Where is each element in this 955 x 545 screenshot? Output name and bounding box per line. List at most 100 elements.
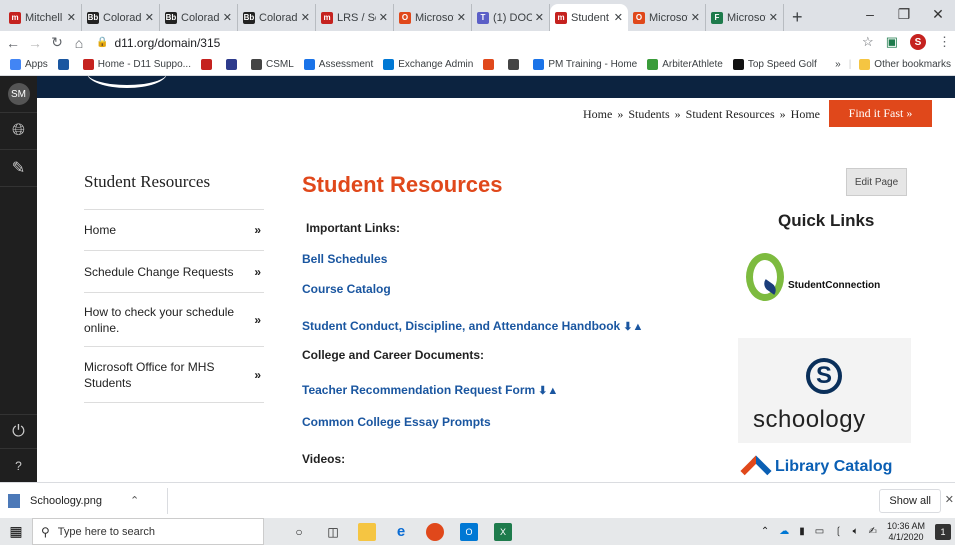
notification-icon[interactable]: 1	[935, 523, 951, 540]
bookmark-favicon	[10, 59, 21, 70]
tab-close-icon[interactable]: ✕	[691, 11, 700, 24]
left-nav-label: Microsoft Office for MHS Students	[84, 359, 215, 390]
close-window-icon[interactable]: ✕	[921, 0, 955, 28]
menu-kebab-icon[interactable]: ⋮	[938, 34, 951, 50]
breadcrumb-link[interactable]: Student Resources	[686, 107, 775, 121]
bookmark-item[interactable]: Top Speed Golf	[732, 59, 817, 70]
bookmark-item[interactable]	[226, 59, 241, 70]
bookmark-item[interactable]: Apps	[10, 59, 48, 70]
browser-tab[interactable]: O Microsoft✕	[628, 4, 706, 31]
breadcrumb-link[interactable]: Home	[583, 107, 612, 121]
tab-title: (1) DOCK	[493, 11, 532, 24]
bookmark-item[interactable]: Home - D11 Suppo...	[82, 59, 191, 70]
power-icon[interactable]: ⏻︎	[0, 414, 37, 448]
windows-start-icon[interactable]: ▦	[0, 518, 32, 545]
download-bar: Schoology.png ⌃ Show all ✕	[0, 482, 955, 518]
globe-icon[interactable]: 🌐︎	[0, 113, 37, 150]
edge-icon[interactable]: e	[392, 523, 410, 541]
home-icon[interactable]: ⌂	[70, 35, 88, 51]
address-bar[interactable]: 🔒 d11.org/domain/315	[96, 36, 220, 50]
sidebar-user[interactable]: SM	[0, 76, 37, 113]
left-nav-item[interactable]: Microsoft Office for MHS Students »	[84, 346, 264, 402]
tab-close-icon[interactable]: ✕	[457, 11, 466, 24]
taskbar-search[interactable]: ⚲ Type here to search	[32, 518, 264, 545]
chevron-right-icon[interactable]: »	[835, 59, 841, 70]
help-icon[interactable]: ?	[0, 448, 37, 482]
browser-tab[interactable]: m Mitchell ✕	[4, 4, 82, 31]
bookmark-item[interactable]	[201, 59, 216, 70]
restore-icon[interactable]: ❐	[887, 0, 921, 28]
bookmark-item[interactable]: ArbiterAthlete	[647, 59, 723, 70]
breadcrumb-separator: »	[617, 107, 624, 121]
volume-icon[interactable]: 🔈︎	[853, 526, 859, 537]
breadcrumb-link[interactable]: Home	[791, 107, 820, 121]
usb-icon[interactable]: ▮	[799, 526, 805, 537]
minimize-icon[interactable]: –	[853, 0, 887, 28]
close-download-bar-icon[interactable]: ✕	[945, 493, 954, 506]
breadcrumb-link[interactable]: Students	[628, 107, 669, 121]
tab-close-icon[interactable]: ✕	[223, 11, 232, 24]
bookmark-item[interactable]: CSML	[251, 59, 294, 70]
tab-close-icon[interactable]: ✕	[535, 11, 544, 24]
pen-icon[interactable]: ✍︎	[869, 526, 877, 537]
star-icon[interactable]: ☆	[862, 34, 874, 50]
extension-icon[interactable]: ▣	[886, 34, 898, 50]
bookmark-item[interactable]	[483, 59, 498, 70]
left-nav-item[interactable]: How to check your schedule online. »	[84, 292, 264, 346]
edit-page-button[interactable]: Edit Page	[846, 168, 907, 196]
wifi-icon[interactable]: ❲	[834, 526, 842, 537]
bookmark-item[interactable]: Assessment	[303, 59, 373, 70]
content-link-label: Student Conduct, Discipline, and Attenda…	[302, 319, 621, 333]
download-item[interactable]: Schoology.png ⌃	[8, 487, 168, 514]
content-link[interactable]: Bell Schedules	[302, 252, 387, 266]
bookmark-item[interactable]: Exchange Admin	[383, 59, 473, 70]
tray-chevron-up-icon[interactable]: ⌃	[761, 526, 769, 537]
find-it-fast-button[interactable]: Find it Fast »	[829, 100, 932, 127]
browser-tab[interactable]: F Microsoft✕	[706, 4, 784, 31]
content-link[interactable]: Course Catalog	[302, 282, 391, 296]
chevron-up-icon[interactable]: ⌃	[130, 494, 139, 507]
outlook-icon[interactable]: O	[460, 522, 478, 541]
file-explorer-icon[interactable]	[358, 522, 376, 541]
content-link[interactable]: Teacher Recommendation Request Form ⬇▲	[302, 383, 558, 397]
show-all-button[interactable]: Show all	[879, 489, 941, 513]
library-catalog-link[interactable]: Library Catalog	[740, 455, 920, 482]
student-connection-logo-q	[746, 253, 784, 301]
left-nav-item[interactable]: Home »	[84, 209, 264, 250]
browser-tab[interactable]: m Student ✕	[550, 4, 628, 31]
chrome-icon[interactable]	[426, 522, 444, 541]
taskbar-clock[interactable]: 10:36 AM 4/1/2020	[887, 521, 925, 543]
schoology-link[interactable]: S schoology	[738, 338, 911, 443]
tools-icon[interactable]: ✎	[0, 150, 37, 187]
browser-tab[interactable]: O Microsoft✕	[394, 4, 472, 31]
reload-icon[interactable]: ↻	[48, 34, 66, 51]
browser-tab[interactable]: T (1) DOCK✕	[472, 4, 550, 31]
tab-close-icon[interactable]: ✕	[379, 11, 388, 24]
bookmark-item[interactable]: PM Training - Home	[533, 59, 637, 70]
tab-close-icon[interactable]: ✕	[301, 11, 310, 24]
bookmark-item[interactable]	[57, 59, 73, 70]
bookmark-item[interactable]	[508, 59, 523, 70]
browser-tab[interactable]: Bb Colorado✕	[160, 4, 238, 31]
new-tab-button[interactable]: +	[784, 4, 811, 31]
battery-icon[interactable]: ▭	[815, 526, 824, 537]
forward-arrow-icon[interactable]: →	[26, 35, 44, 51]
browser-tab[interactable]: Bb Colorado✕	[82, 4, 160, 31]
left-nav-item[interactable]: Schedule Change Requests »	[84, 250, 264, 292]
student-connection-link[interactable]: StudentConnection	[740, 251, 910, 306]
other-bookmarks[interactable]: Other bookmarks	[859, 59, 951, 70]
task-view-icon[interactable]: ◫	[324, 523, 342, 541]
back-arrow-icon[interactable]: ←	[4, 35, 22, 51]
browser-tab[interactable]: Bb Colorado✕	[238, 4, 316, 31]
profile-avatar[interactable]: S	[910, 34, 926, 50]
content-link[interactable]: Student Conduct, Discipline, and Attenda…	[302, 319, 643, 333]
onedrive-icon[interactable]: ☁	[779, 526, 789, 537]
tab-close-icon[interactable]: ✕	[67, 11, 76, 24]
tab-close-icon[interactable]: ✕	[145, 11, 154, 24]
tab-close-icon[interactable]: ✕	[769, 11, 778, 24]
excel-icon[interactable]: X	[494, 522, 512, 541]
tab-close-icon[interactable]: ✕	[614, 11, 623, 24]
cortana-icon[interactable]: ○	[290, 523, 308, 541]
browser-tab[interactable]: m LRS / Sch✕	[316, 4, 394, 31]
content-link[interactable]: Common College Essay Prompts	[302, 415, 491, 429]
